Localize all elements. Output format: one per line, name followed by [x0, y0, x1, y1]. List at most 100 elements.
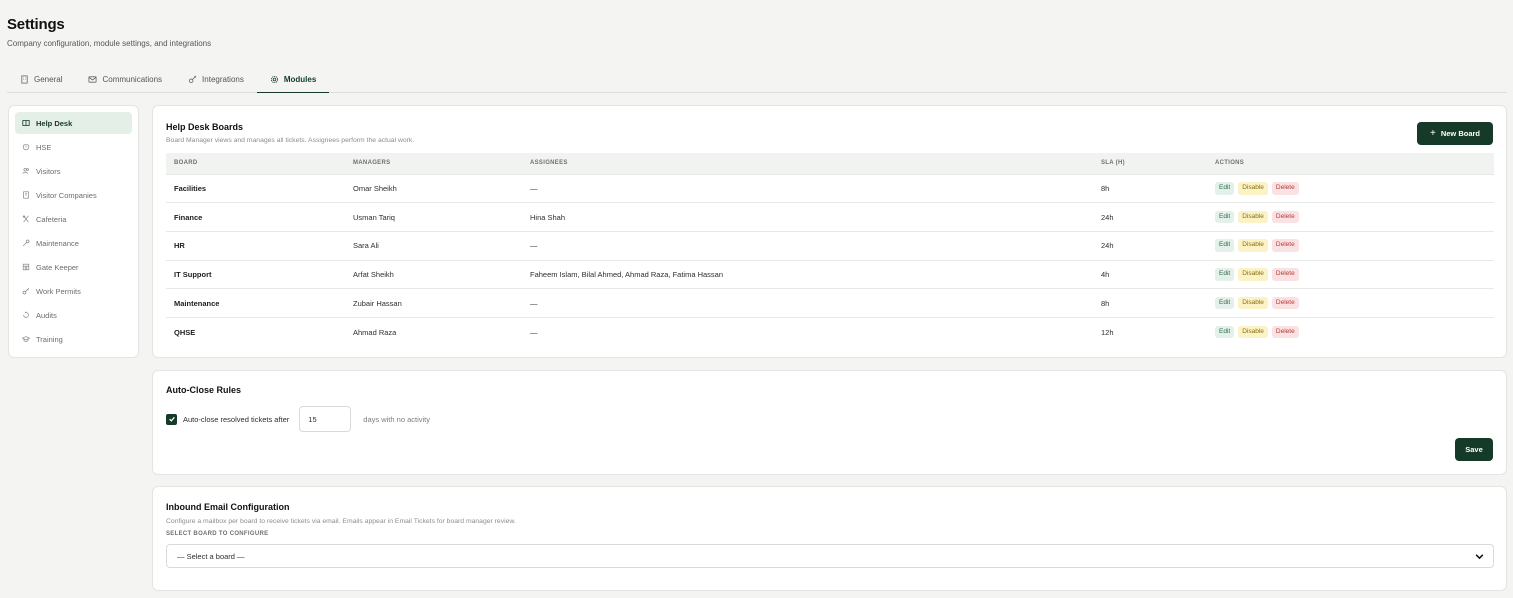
- board-assignees: Faheem Islam, Bilal Ahmed, Ahmad Raza, F…: [522, 259, 1093, 289]
- delete-button[interactable]: Delete: [1271, 325, 1299, 339]
- edit-button[interactable]: Edit: [1215, 239, 1235, 252]
- card-description: Board Manager views and manages all tick…: [166, 137, 415, 144]
- key-icon: [22, 287, 30, 295]
- delete-button[interactable]: Delete: [1271, 239, 1299, 252]
- board-name: IT Support: [166, 259, 345, 289]
- sidebar-item-cafeteria[interactable]: Cafeteria: [15, 208, 132, 230]
- disable-button[interactable]: Disable: [1238, 325, 1268, 339]
- board-sla: 24h: [1093, 230, 1207, 261]
- board-name: Finance: [166, 202, 345, 232]
- building-icon: [21, 74, 28, 84]
- sidebar-item-label: Visitors: [36, 166, 61, 176]
- sidebar-item-work-permits[interactable]: Work Permits: [15, 280, 132, 302]
- boards-table: BOARD MANAGERS ASSIGNEES SLA (H) ACTIONS…: [166, 153, 1494, 347]
- edit-button[interactable]: Edit: [1215, 296, 1235, 310]
- tab-integrations[interactable]: Integrations: [175, 66, 257, 92]
- auto-close-rules-card: Auto-Close Rules Auto-close resolved tic…: [152, 370, 1507, 475]
- graduation-icon: [22, 336, 30, 342]
- disable-button[interactable]: Disable: [1238, 296, 1268, 310]
- sidebar-item-label: Cafeteria: [36, 214, 67, 224]
- page-subtitle: Company configuration, module settings, …: [7, 39, 212, 48]
- tab-label: Integrations: [202, 74, 244, 84]
- auto-close-label: Auto-close resolved tickets after: [183, 414, 290, 424]
- disable-button[interactable]: Disable: [1238, 182, 1268, 195]
- save-button[interactable]: Save: [1455, 438, 1493, 461]
- tab-label: Modules: [283, 74, 317, 84]
- board-actions: Edit Disable Delete: [1207, 230, 1494, 261]
- table-row: Finance Usman Tariq Hina Shah 24h Edit Disabl…: [166, 202, 1494, 232]
- chevron-down-icon: [1475, 553, 1484, 559]
- board-assignees: —: [522, 316, 1093, 347]
- board-actions: Edit Disable Delete: [1207, 173, 1494, 203]
- sidebar-item-label: Work Permits: [36, 286, 81, 296]
- sidebar-item-label: Training: [36, 334, 63, 344]
- sidebar-item-label: Audits: [36, 310, 57, 320]
- board-managers: Usman Tariq: [345, 202, 522, 232]
- sidebar-item-label: Visitor Companies: [36, 190, 97, 200]
- disable-button[interactable]: Disable: [1238, 239, 1268, 252]
- board-name: HR: [166, 230, 345, 261]
- delete-button[interactable]: Delete: [1271, 182, 1299, 195]
- column-header-assignees: ASSIGNEES: [522, 153, 1093, 174]
- board-managers: Arfat Sheikh: [345, 259, 522, 289]
- disable-button[interactable]: Disable: [1238, 268, 1268, 281]
- column-header-sla: SLA (H): [1093, 153, 1207, 174]
- sidebar-item-visitors[interactable]: Visitors: [15, 160, 132, 182]
- sidebar-item-label: Gate Keeper: [36, 262, 79, 272]
- edit-button[interactable]: Edit: [1215, 268, 1235, 281]
- wrench-icon: [22, 239, 30, 247]
- auto-close-days-input[interactable]: [299, 406, 352, 432]
- edit-button[interactable]: Edit: [1215, 325, 1235, 339]
- tab-general[interactable]: General: [7, 66, 75, 92]
- table-header-row: BOARD MANAGERS ASSIGNEES SLA (H) ACTIONS: [166, 153, 1494, 174]
- board-name: QHSE: [166, 316, 345, 347]
- sidebar-item-maintenance[interactable]: Maintenance: [15, 232, 132, 254]
- board-assignees: —: [522, 230, 1093, 261]
- board-assignees: —: [522, 288, 1093, 318]
- help-desk-boards-card: Help Desk Boards Board Manager views and…: [152, 105, 1507, 358]
- modules-sidebar: Help Desk HSE Visitors Visitor Companies…: [8, 105, 139, 358]
- sidebar-item-help-desk[interactable]: Help Desk: [15, 112, 132, 134]
- sidebar-item-gate-keeper[interactable]: Gate Keeper: [15, 256, 132, 278]
- auto-close-row: Auto-close resolved tickets after days w…: [166, 406, 430, 432]
- sidebar-item-audits[interactable]: Audits: [15, 304, 132, 326]
- board-name: Facilities: [166, 173, 345, 203]
- board-managers: Sara Ali: [345, 230, 522, 261]
- card-title: Auto-Close Rules: [166, 385, 242, 395]
- board-select[interactable]: — Select a board —: [166, 544, 1494, 568]
- sidebar-item-label: Maintenance: [36, 238, 79, 248]
- edit-button[interactable]: Edit: [1215, 182, 1235, 195]
- new-board-button[interactable]: + New Board: [1417, 122, 1493, 145]
- delete-button[interactable]: Delete: [1271, 268, 1299, 281]
- auto-close-suffix: days with no activity: [363, 414, 430, 424]
- actions-group: Edit Disable Delete: [1215, 182, 1494, 195]
- disable-button[interactable]: Disable: [1238, 210, 1268, 224]
- tab-modules[interactable]: Modules: [256, 66, 330, 93]
- sidebar-item-training[interactable]: Training: [15, 328, 132, 350]
- sidebar-item-visitor-companies[interactable]: Visitor Companies: [15, 184, 132, 206]
- board-sla: 8h: [1093, 173, 1207, 203]
- board-managers: Omar Sheikh: [345, 173, 522, 203]
- plus-icon: +: [1429, 128, 1436, 139]
- board-sla: 12h: [1093, 316, 1207, 347]
- building-icon: [23, 191, 29, 199]
- tab-communications[interactable]: Communications: [75, 66, 175, 92]
- column-header-board: BOARD: [166, 153, 345, 174]
- new-board-label: New Board: [1440, 129, 1481, 138]
- sidebar-item-hse[interactable]: HSE: [15, 136, 132, 158]
- board-managers: Ahmad Raza: [345, 316, 522, 347]
- actions-group: Edit Disable Delete: [1215, 296, 1494, 310]
- actions-group: Edit Disable Delete: [1215, 210, 1494, 224]
- edit-button[interactable]: Edit: [1215, 210, 1235, 224]
- utensils-icon: [22, 215, 29, 223]
- card-description: Configure a mailbox per board to receive…: [166, 518, 516, 525]
- delete-button[interactable]: Delete: [1271, 210, 1299, 224]
- actions-group: Edit Disable Delete: [1215, 239, 1494, 252]
- table-row: Facilities Omar Sheikh —8h Edit Disable Delet…: [166, 173, 1494, 203]
- tab-label: Communications: [102, 74, 163, 84]
- auto-close-checkbox[interactable]: [166, 413, 177, 425]
- inbound-email-card: Inbound Email Configuration Configure a …: [152, 486, 1507, 591]
- delete-button[interactable]: Delete: [1271, 296, 1299, 310]
- table-row: HR Sara Ali —24h Edit Disable Delete: [166, 230, 1494, 261]
- check-icon: [168, 416, 175, 422]
